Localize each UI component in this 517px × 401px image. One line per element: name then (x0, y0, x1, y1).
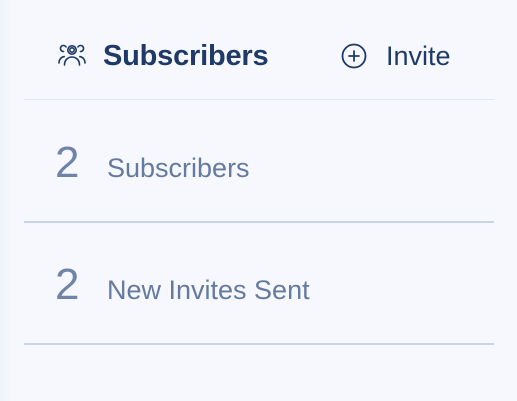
invite-button[interactable]: Invite (340, 36, 451, 76)
users-icon (57, 41, 87, 71)
stat-value: 2 (55, 260, 80, 309)
stat-value: 2 (55, 138, 80, 187)
stat-label: Subscribers (107, 153, 250, 183)
row-divider (24, 343, 494, 345)
invite-label: Invite (386, 40, 451, 71)
stat-label: New Invites Sent (107, 275, 310, 305)
page-title: Subscribers (103, 39, 269, 72)
plus-circle-icon (340, 42, 368, 70)
stat-invites-sent: 2 New Invites Sent (55, 255, 310, 315)
row-divider (24, 221, 494, 223)
panel-header: Subscribers Invite (0, 0, 517, 100)
header-divider (24, 99, 494, 100)
subscribers-panel: Subscribers Invite 2 Subscribers 2 New I… (0, 0, 517, 401)
title-group: Subscribers (57, 36, 269, 76)
stat-subscribers: 2 Subscribers (55, 133, 250, 193)
